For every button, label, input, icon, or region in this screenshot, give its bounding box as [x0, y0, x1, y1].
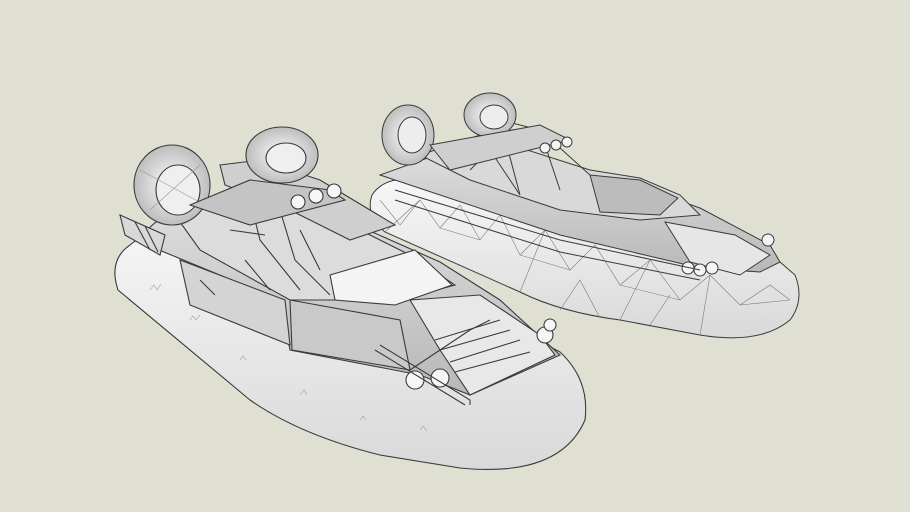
back-fan-left	[381, 104, 435, 166]
viewport-scene	[114, 92, 800, 471]
front-fan-left	[133, 144, 211, 226]
back-windshield	[589, 174, 679, 216]
front-fan-right	[245, 126, 319, 184]
